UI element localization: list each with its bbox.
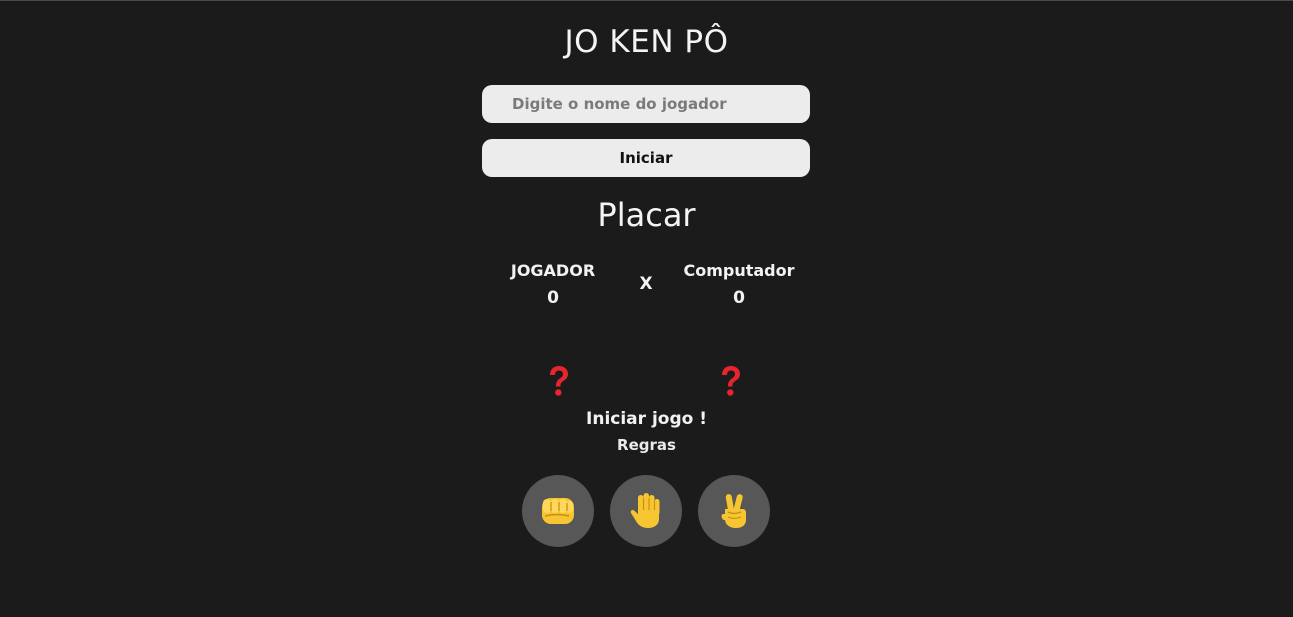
raised-hand-icon [630, 493, 660, 528]
computer-label: Computador [683, 261, 795, 280]
rock-button[interactable] [522, 475, 594, 547]
start-button[interactable]: Iniciar [482, 139, 810, 177]
scoreboard-title: Placar [597, 196, 696, 234]
app: JO KEN PÔ Iniciar Placar JOGADOR 0 X Com… [0, 0, 1293, 617]
top-border [0, 0, 1293, 1]
computer-score-block: Computador 0 [669, 259, 809, 313]
player-score: 0 [547, 288, 559, 308]
victory-hand-icon [721, 494, 746, 528]
player-label: JOGADOR [510, 261, 596, 280]
player-choice-display [539, 361, 579, 401]
versus-label: X [639, 274, 653, 294]
fist-icon [542, 498, 574, 524]
computer-score: 0 [733, 288, 745, 308]
scissors-button[interactable] [698, 475, 770, 547]
page-title: JO KEN PÔ [564, 24, 729, 60]
rules-link[interactable]: Regras [0, 436, 1293, 454]
player-name-input[interactable] [482, 85, 810, 123]
player-score-block: JOGADOR 0 [493, 259, 613, 313]
question-mark-icon [722, 366, 740, 396]
game-status: Iniciar jogo ! [586, 409, 707, 429]
computer-choice-display [711, 361, 751, 401]
question-mark-icon [550, 366, 568, 396]
paper-button[interactable] [610, 475, 682, 547]
